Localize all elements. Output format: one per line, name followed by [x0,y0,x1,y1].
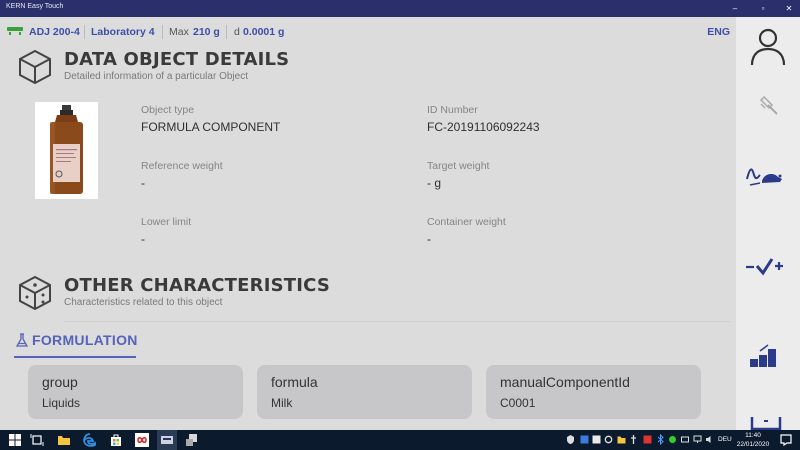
statistics-button[interactable] [736,333,800,377]
clock-date: 22/01/2020 [736,441,770,448]
tray-green-app-icon[interactable] [668,434,677,445]
tray-sync-icon[interactable] [604,434,613,445]
tray-network-icon[interactable] [693,434,702,445]
balance-connected-icon [7,27,23,35]
tray-s-icon[interactable] [592,434,601,445]
mode-button[interactable] [736,153,800,197]
flask-icon [16,333,28,347]
notifications-icon[interactable] [779,433,793,447]
other-characteristics-subtitle: Characteristics related to this object [64,297,223,308]
characteristic-card-group: group Liquids [28,365,243,419]
page-title: DATA OBJECT DETAILS [64,49,290,70]
clock-time: 11:40 [745,432,761,439]
file-explorer-icon[interactable] [57,433,71,447]
right-sidebar [736,17,800,430]
balance-status-bar: ADJ 200-4 Laboratory 4 Max 210 g d 0.000… [0,17,736,47]
tools-button[interactable] [736,85,800,129]
tray-usb-icon[interactable] [629,434,638,445]
steps-chart-icon [750,344,776,367]
input-language-indicator[interactable]: DEU [718,436,732,443]
tray-volume-icon[interactable] [705,434,714,445]
field-container-weight: Container weight - [427,216,506,246]
windows-start-icon[interactable] [8,433,22,447]
characteristic-card-formula: formula Milk [257,365,472,419]
field-lower-limit: Lower limit - [141,216,192,246]
max-value: 210 g [193,26,220,38]
field-id-number: ID Number FC-20191106092243 [427,104,540,134]
hammer-icon [759,95,778,115]
d-value: 0.0001 g [243,26,285,38]
field-reference-weight: Reference weight - [141,160,223,190]
tray-red-app-icon[interactable] [643,434,652,445]
characteristic-card-component-id: manualComponentId C0001 [486,365,701,419]
kern-easy-touch-icon[interactable] [160,433,174,447]
remote-app-icon[interactable] [185,433,199,447]
title-bar: KERN Easy Touch – ▫ ✕ [0,0,800,17]
scale-button[interactable] [736,407,800,430]
language-selector[interactable]: ENG [707,26,730,38]
close-button[interactable]: ✕ [776,0,800,17]
d-label: d [234,26,240,38]
section-divider [64,321,730,322]
user-icon [750,28,786,66]
main-content: ADJ 200-4 Laboratory 4 Max 210 g d 0.000… [0,17,736,430]
object-image [35,102,98,199]
taskbar-clock[interactable]: 11:40 22/01/2020 [735,431,771,449]
page-subtitle: Detailed information of a particular Obj… [64,71,248,82]
window-title: KERN Easy Touch [6,3,64,10]
lab-name: Laboratory 4 [91,26,155,38]
maximize-button[interactable]: ▫ [750,0,776,17]
user-button[interactable] [736,21,800,66]
edge-browser-icon[interactable] [83,433,97,447]
other-characteristics-title: OTHER CHARACTERISTICS [64,275,331,296]
scale-icon [750,417,782,430]
tab-formulation[interactable]: FORMULATION [14,330,137,358]
tray-power-icon[interactable] [681,434,690,445]
balance-model: ADJ 200-4 [29,26,80,38]
cube-icon [19,49,51,85]
check-weighing-button[interactable] [736,243,800,287]
bottle-image [50,105,83,194]
tray-folder-icon[interactable] [617,434,626,445]
tray-bluetooth-icon[interactable] [656,434,665,445]
windows-taskbar: DEU 11:40 22/01/2020 [0,430,800,450]
task-view-icon[interactable] [30,433,44,447]
minus-check-plus-icon [746,258,783,276]
max-label: Max [169,26,189,38]
field-object-type: Object type FORMULA COMPONENT [141,104,281,134]
dice-icon [19,275,51,311]
tray-shield-icon[interactable] [566,434,575,445]
minimize-button[interactable]: – [722,0,748,17]
store-icon[interactable] [109,433,123,447]
app-infinity-icon[interactable] [135,433,149,447]
field-target-weight: Target weight - g [427,160,490,190]
mouse-curve-icon [746,168,782,186]
tray-app-icon[interactable] [580,434,589,445]
